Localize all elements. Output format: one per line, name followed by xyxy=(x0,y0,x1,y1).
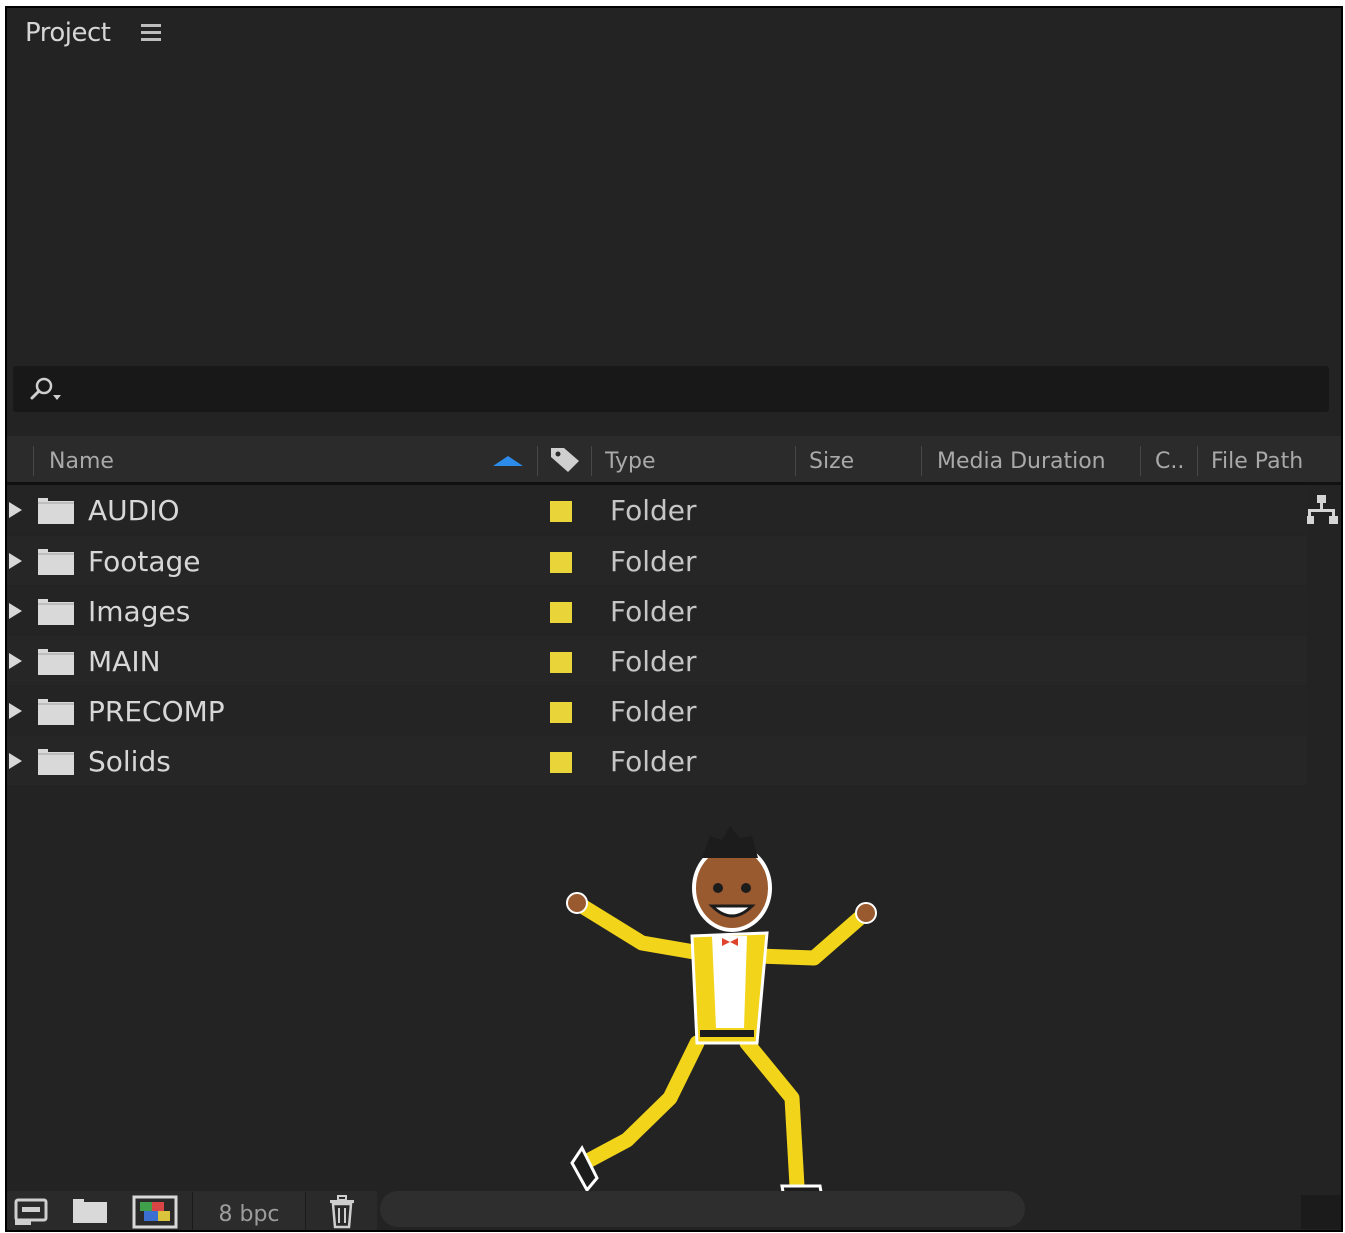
hamburger-menu-icon[interactable] xyxy=(141,24,161,42)
project-panel: Project Name Type Size Media Duration C.… xyxy=(5,6,1343,1232)
folder-icon xyxy=(38,549,74,575)
column-divider[interactable] xyxy=(591,446,592,476)
bit-depth-button[interactable]: 8 bpc xyxy=(192,1192,306,1230)
item-type: Folder xyxy=(610,695,697,728)
new-folder-icon[interactable] xyxy=(71,1195,109,1225)
column-header-size[interactable]: Size xyxy=(809,436,854,482)
column-header-type[interactable]: Type xyxy=(605,436,656,482)
folder-icon xyxy=(38,749,74,775)
item-name: Footage xyxy=(88,545,201,578)
label-color-swatch[interactable] xyxy=(550,501,572,522)
expand-arrow-icon[interactable] xyxy=(9,502,22,518)
folder-icon xyxy=(38,649,74,675)
label-color-swatch[interactable] xyxy=(550,652,572,673)
expand-arrow-icon[interactable] xyxy=(9,653,22,669)
table-row[interactable]: MAIN Folder xyxy=(7,636,1307,685)
folder-icon xyxy=(38,498,74,524)
expand-arrow-icon[interactable] xyxy=(9,753,22,769)
item-name: MAIN xyxy=(88,645,161,678)
column-divider[interactable] xyxy=(1197,446,1198,476)
table-row[interactable]: Footage Folder xyxy=(7,536,1307,585)
column-header-name[interactable]: Name xyxy=(49,436,114,482)
panel-header: Project xyxy=(7,8,1341,60)
item-name: PRECOMP xyxy=(88,695,225,728)
panel-title[interactable]: Project xyxy=(25,18,111,48)
column-divider[interactable] xyxy=(537,446,538,476)
item-name: Images xyxy=(88,595,191,628)
item-type: Folder xyxy=(610,494,697,527)
item-name: AUDIO xyxy=(88,494,180,527)
item-type: Folder xyxy=(610,745,697,778)
expand-arrow-icon[interactable] xyxy=(9,553,22,569)
folder-icon xyxy=(38,599,74,625)
column-divider[interactable] xyxy=(1140,446,1141,476)
label-color-swatch[interactable] xyxy=(550,552,572,573)
folder-icon xyxy=(38,699,74,725)
expand-arrow-icon[interactable] xyxy=(9,703,22,719)
item-type: Folder xyxy=(610,595,697,628)
column-header-comment[interactable]: C.. xyxy=(1155,436,1185,482)
label-color-swatch[interactable] xyxy=(550,702,572,723)
interpret-footage-icon[interactable] xyxy=(13,1195,49,1227)
column-header-media-duration[interactable]: Media Duration xyxy=(937,436,1106,482)
table-row[interactable]: Images Folder xyxy=(7,586,1307,635)
flowchart-icon[interactable] xyxy=(1304,494,1338,528)
column-divider[interactable] xyxy=(33,446,34,476)
resize-corner xyxy=(1301,1195,1341,1229)
tag-icon[interactable] xyxy=(548,444,582,474)
table-row[interactable]: PRECOMP Folder xyxy=(7,686,1307,735)
dancer-illustration xyxy=(566,826,877,1200)
label-color-swatch[interactable] xyxy=(550,752,572,773)
item-type: Folder xyxy=(610,545,697,578)
column-header-row: Name Type Size Media Duration C.. File P… xyxy=(7,436,1341,485)
table-row[interactable]: AUDIO Folder xyxy=(7,485,1307,534)
label-color-swatch[interactable] xyxy=(550,602,572,623)
search-icon[interactable] xyxy=(27,375,67,403)
new-composition-icon[interactable] xyxy=(132,1195,178,1229)
panel-footer: 8 bpc xyxy=(7,1191,1341,1230)
column-divider[interactable] xyxy=(795,446,796,476)
expand-arrow-icon[interactable] xyxy=(9,603,22,619)
sort-ascending-icon[interactable] xyxy=(493,456,523,466)
horizontal-scrollbar[interactable] xyxy=(380,1191,1025,1227)
column-divider[interactable] xyxy=(921,446,922,476)
table-row[interactable]: Solids Folder xyxy=(7,736,1307,785)
item-name: Solids xyxy=(88,745,171,778)
item-type: Folder xyxy=(610,645,697,678)
column-header-file-path[interactable]: File Path xyxy=(1211,436,1303,482)
search-input[interactable] xyxy=(13,366,1329,412)
trash-icon[interactable] xyxy=(327,1195,357,1229)
